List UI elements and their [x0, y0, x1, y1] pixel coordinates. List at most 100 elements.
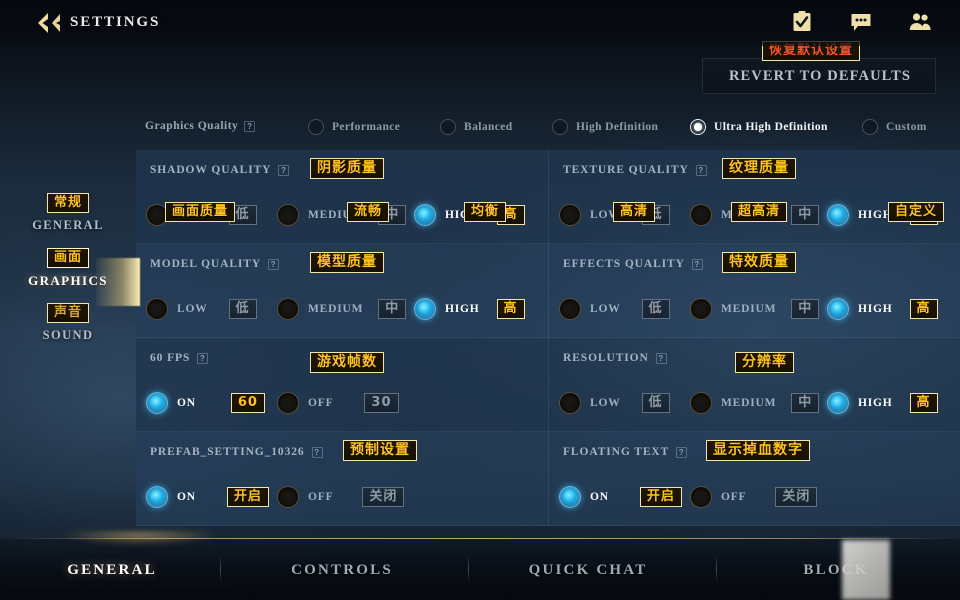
help-icon[interactable]: ? — [676, 446, 688, 458]
option-fps-off[interactable]: OFF 30 — [277, 386, 399, 420]
revert-to-defaults-button[interactable]: REVERT TO DEFAULTS — [702, 58, 936, 94]
option-resolution-medium[interactable]: MEDIUM 中 — [690, 386, 820, 420]
preset-option-balanced-label: Balanced — [464, 121, 513, 133]
help-icon[interactable]: ? — [311, 446, 323, 458]
help-icon[interactable]: ? — [695, 164, 707, 176]
sidebar-item-general[interactable]: 常规 GENERAL — [0, 193, 136, 250]
sidebar-item-general-label: GENERAL — [32, 218, 104, 232]
annotation-prefab-off: 关闭 — [362, 487, 405, 507]
radio-performance[interactable] — [308, 119, 324, 135]
bottom-nav-separator — [468, 556, 469, 582]
preset-option-custom[interactable]: Custom — [862, 119, 927, 135]
annotation-graphics-quality: 画面质量 — [165, 202, 236, 222]
bottom-nav-active-glow — [40, 532, 240, 566]
radio-texture-medium[interactable] — [690, 204, 712, 226]
radio-custom[interactable] — [862, 119, 878, 135]
sidebar-item-graphics[interactable]: 画面 GRAPHICS — [0, 248, 136, 305]
option-fps-on[interactable]: ON 60 — [146, 386, 265, 420]
radio-prefab-on[interactable] — [146, 486, 168, 508]
help-icon[interactable]: ? — [691, 258, 703, 270]
annotation-effects-high: 高 — [909, 299, 938, 319]
radio-shadow-high[interactable] — [414, 204, 436, 226]
radio-effects-high[interactable] — [827, 298, 849, 320]
option-effects-high-label: HIGH — [858, 303, 893, 315]
radio-fps-off[interactable] — [277, 392, 299, 414]
option-effects-high[interactable]: HIGH 高 — [827, 292, 938, 326]
radio-floating-off[interactable] — [690, 486, 712, 508]
annotation-effects-quality: 特效质量 — [722, 252, 796, 273]
option-fps-off-label: OFF — [308, 397, 334, 409]
option-model-high-label: HIGH — [445, 303, 480, 315]
option-model-low-label: LOW — [177, 303, 208, 315]
sidebar-item-sound[interactable]: 声音 SOUND — [0, 303, 136, 360]
option-floating-on[interactable]: ON 开启 — [559, 480, 682, 514]
help-icon[interactable]: ? — [268, 258, 280, 270]
annotation-sidebar-general: 常规 — [46, 193, 89, 213]
clipboard-check-icon[interactable] — [790, 10, 814, 34]
annotation-model-quality: 模型质量 — [310, 252, 384, 273]
bottom-nav: GENERAL 常规 CONTROLS 操作面板 QUICK CHAT 快捷交流… — [0, 532, 960, 600]
setting-effects-quality: EFFECTS QUALITY ? 特效质量 LOW 低 MEDIUM 中 HI… — [548, 244, 960, 338]
radio-model-high[interactable] — [414, 298, 436, 320]
radio-high-definition[interactable] — [552, 119, 568, 135]
sidebar-item-graphics-label: GRAPHICS — [28, 273, 108, 288]
option-model-medium[interactable]: MEDIUM 中 — [277, 292, 407, 326]
help-icon[interactable]: ? — [278, 164, 290, 176]
setting-texture-quality-title-group: TEXTURE QUALITY ? — [563, 164, 707, 176]
chat-bubble-icon[interactable] — [849, 10, 873, 34]
graphics-quality-label: Graphics Quality — [145, 120, 239, 132]
radio-texture-low[interactable] — [559, 204, 581, 226]
preset-option-ultra-high-definition[interactable]: Ultra High Definition — [690, 119, 828, 135]
option-model-low[interactable]: LOW 低 — [146, 292, 257, 326]
annotation-fps-60: 60 — [230, 393, 265, 413]
bottom-tab-block[interactable]: BLOCK — [736, 562, 936, 579]
header-bar: SETTINGS — [0, 0, 960, 46]
annotation-texture-quality: 纹理质量 — [722, 158, 796, 179]
radio-effects-medium[interactable] — [690, 298, 712, 320]
setting-resolution-options: LOW 低 MEDIUM 中 HIGH 高 — [559, 386, 959, 424]
option-prefab-on[interactable]: ON 开启 — [146, 480, 269, 514]
option-resolution-low-label: LOW — [590, 397, 621, 409]
annotation-sidebar-graphics: 画面 — [46, 248, 89, 268]
sidebar-item-sound-label: SOUND — [42, 328, 94, 342]
option-effects-low[interactable]: LOW 低 — [559, 292, 670, 326]
radio-resolution-medium[interactable] — [690, 392, 712, 414]
back-chevron-icon[interactable] — [36, 11, 62, 35]
radio-resolution-low[interactable] — [559, 392, 581, 414]
radio-shadow-medium[interactable] — [277, 204, 299, 226]
preset-option-performance-label: Performance — [332, 121, 401, 133]
option-floating-off[interactable]: OFF 关闭 — [690, 480, 818, 514]
radio-prefab-off[interactable] — [277, 486, 299, 508]
radio-fps-on[interactable] — [146, 392, 168, 414]
option-prefab-off[interactable]: OFF 关闭 — [277, 480, 405, 514]
option-effects-medium[interactable]: MEDIUM 中 — [690, 292, 820, 326]
bottom-tab-quick-chat[interactable]: QUICK CHAT — [488, 562, 688, 579]
preset-option-balanced[interactable]: Balanced — [440, 119, 513, 135]
annotation-prefab: 预制设置 — [343, 440, 417, 461]
option-prefab-off-label: OFF — [308, 491, 334, 503]
radio-resolution-high[interactable] — [827, 392, 849, 414]
help-icon[interactable]: ? — [244, 120, 256, 132]
preset-option-performance[interactable]: Performance — [308, 119, 400, 135]
preset-option-high-definition[interactable]: High Definition — [552, 119, 658, 135]
blurred-overlay-patch — [842, 540, 890, 600]
radio-model-medium[interactable] — [277, 298, 299, 320]
bottom-tab-controls[interactable]: CONTROLS — [242, 562, 442, 579]
setting-texture-quality: TEXTURE QUALITY ? 纹理质量 LOW 低 MEDIUM 中 — [548, 150, 960, 244]
annotation-floating-text: 显示掉血数字 — [706, 440, 810, 461]
radio-effects-low[interactable] — [559, 298, 581, 320]
settings-screen: SETTINGS REVERT TO DEFAULTS 恢复默认设置 Graph… — [0, 0, 960, 600]
friends-icon[interactable] — [908, 10, 932, 34]
radio-model-low[interactable] — [146, 298, 168, 320]
help-icon[interactable]: ? — [197, 352, 209, 364]
option-model-medium-label: MEDIUM — [308, 303, 364, 315]
option-model-high[interactable]: HIGH 高 — [414, 292, 525, 326]
radio-floating-on[interactable] — [559, 486, 581, 508]
radio-texture-high[interactable] — [827, 204, 849, 226]
radio-balanced[interactable] — [440, 119, 456, 135]
option-resolution-low[interactable]: LOW 低 — [559, 386, 670, 420]
help-icon[interactable]: ? — [655, 352, 667, 364]
bottom-tab-general[interactable]: GENERAL — [12, 562, 212, 579]
option-resolution-high[interactable]: HIGH 高 — [827, 386, 938, 420]
radio-ultra-high-definition[interactable] — [690, 119, 706, 135]
